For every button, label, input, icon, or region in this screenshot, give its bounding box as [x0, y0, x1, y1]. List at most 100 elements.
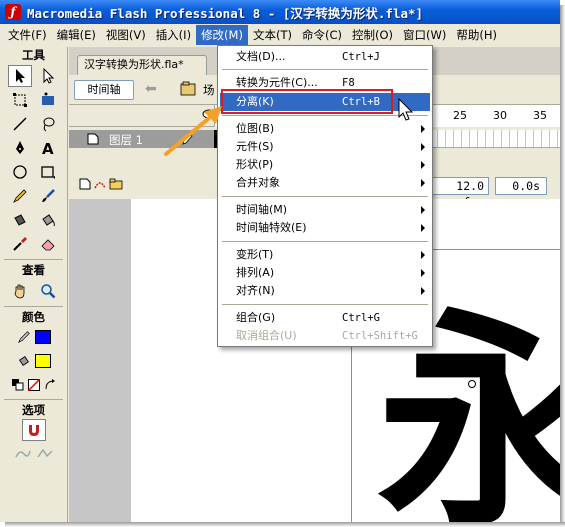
menu-file[interactable]: 文件(F): [3, 25, 52, 45]
frame-rate: 12.0 fps: [429, 177, 489, 209]
view-tool-grid: [0, 278, 67, 304]
scene-label: 场: [203, 83, 215, 97]
window-title: Macromedia Flash Professional 8 - [汉字转换为…: [27, 5, 424, 21]
scene-icon: [180, 81, 196, 96]
hand-tool-icon[interactable]: [8, 280, 32, 302]
menu-item-timeline-effects[interactable]: 时间轴特效(E): [220, 219, 430, 237]
color-options-row: [0, 373, 67, 397]
menu-divider: [222, 304, 428, 305]
text-tool-icon[interactable]: A: [36, 137, 60, 159]
lasso-tool-icon[interactable]: [36, 113, 60, 135]
menu-item-document[interactable]: 文档(D)... Ctrl+J: [220, 48, 430, 66]
document-tab[interactable]: 汉字转换为形状.fla*: [77, 55, 207, 75]
menu-divider: [222, 196, 428, 197]
menu-control[interactable]: 控制(O): [347, 25, 398, 45]
title-bar: ƒ Macromedia Flash Professional 8 - [汉字转…: [0, 0, 560, 24]
window-shadow: [560, 5, 565, 527]
rectangle-tool-icon[interactable]: [36, 161, 60, 183]
stroke-color-swatch[interactable]: [34, 330, 51, 344]
layer-name: 图层 1: [109, 133, 143, 147]
oval-tool-icon[interactable]: [8, 161, 32, 183]
pen-tool-icon[interactable]: [8, 137, 32, 159]
fill-color-swatch[interactable]: [34, 354, 51, 368]
ruler-label: 35: [533, 109, 547, 122]
insert-layer-icon[interactable]: [79, 178, 91, 190]
tools-panel: 工具 A 查看 颜色 选项: [0, 47, 68, 522]
snap-to-objects-icon[interactable]: [21, 419, 46, 441]
view-header: 查看: [22, 263, 45, 277]
fill-color-row: [0, 349, 67, 373]
paint-bucket-tool-icon[interactable]: [36, 209, 60, 231]
swap-colors-icon[interactable]: [44, 379, 56, 391]
menu-item-align[interactable]: 对齐(N): [220, 282, 430, 300]
stroke-color-row: [0, 325, 67, 349]
submenu-arrow-icon: [421, 206, 425, 214]
flash-window: ƒ Macromedia Flash Professional 8 - [汉字转…: [0, 0, 560, 522]
ruler-label: 25: [453, 109, 467, 122]
menu-item-group[interactable]: 组合(G) Ctrl+G: [220, 309, 430, 327]
menu-item-ungroup: 取消组合(U) Ctrl+Shift+G: [236, 329, 418, 342]
menu-help[interactable]: 帮助(H): [451, 25, 502, 45]
options-row-2: [0, 442, 67, 466]
tools-header: 工具: [22, 48, 45, 62]
menu-item-arrange[interactable]: 排列(A): [220, 264, 430, 282]
submenu-arrow-icon: [421, 125, 425, 133]
ink-bottle-tool-icon[interactable]: [8, 209, 32, 231]
menu-window[interactable]: 窗口(W): [398, 25, 451, 45]
submenu-arrow-icon: [421, 287, 425, 295]
menu-commands[interactable]: 命令(C): [297, 25, 347, 45]
back-arrow-icon[interactable]: ⬅: [145, 81, 157, 97]
tools-divider: [4, 259, 63, 260]
straighten-option-icon[interactable]: [36, 447, 54, 461]
free-transform-tool-icon[interactable]: [8, 89, 32, 111]
gradient-transform-tool-icon[interactable]: [36, 89, 60, 111]
menu-item-transform[interactable]: 变形(T): [220, 246, 430, 264]
menu-view[interactable]: 视图(V): [101, 25, 151, 45]
subselection-tool-icon[interactable]: [36, 65, 60, 87]
default-colors-icon[interactable]: [11, 379, 24, 391]
no-color-icon[interactable]: [27, 379, 40, 391]
mouse-cursor-icon: [398, 98, 414, 121]
submenu-arrow-icon: [421, 224, 425, 232]
layer-icon: [87, 133, 99, 145]
flash-app-icon: ƒ: [5, 4, 21, 20]
eraser-tool-icon[interactable]: [36, 233, 60, 255]
fill-bucket-icon: [18, 356, 29, 366]
color-divider: [4, 399, 63, 400]
eyedropper-tool-icon[interactable]: [8, 233, 32, 255]
annotation-highlight-box: [221, 89, 393, 114]
view-divider: [4, 306, 63, 307]
smooth-option-icon[interactable]: [14, 447, 32, 461]
options-header: 选项: [22, 403, 45, 417]
ruler-label: 30: [493, 109, 507, 122]
timeline-toggle-button[interactable]: 时间轴: [74, 80, 134, 100]
tool-grid: A: [0, 63, 67, 257]
pencil-tool-icon[interactable]: [8, 185, 32, 207]
menu-modify[interactable]: 修改(M): [196, 25, 248, 45]
window-shadow: [5, 522, 565, 527]
menu-bar: 文件(F) 编辑(E) 视图(V) 插入(I) 修改(M) 文本(T) 命令(C…: [0, 24, 560, 46]
line-tool-icon[interactable]: [8, 113, 32, 135]
menu-divider: [222, 241, 428, 242]
insert-folder-icon[interactable]: [109, 178, 123, 190]
selection-tool-icon[interactable]: [7, 65, 32, 87]
menu-edit[interactable]: 编辑(E): [52, 25, 101, 45]
menu-insert[interactable]: 插入(I): [151, 25, 196, 45]
menu-item-symbol[interactable]: 元件(S): [220, 138, 430, 156]
submenu-arrow-icon: [421, 143, 425, 151]
menu-item-timeline[interactable]: 时间轴(M): [220, 201, 430, 219]
brush-tool-icon[interactable]: [36, 185, 60, 207]
menu-divider: [222, 69, 428, 70]
svg-text:A: A: [42, 140, 54, 156]
menu-item-bitmap[interactable]: 位图(B): [220, 120, 430, 138]
transform-point[interactable]: [468, 380, 476, 388]
zoom-tool-icon[interactable]: [36, 280, 60, 302]
stroke-pencil-icon: [17, 331, 30, 344]
submenu-arrow-icon: [421, 179, 425, 187]
annotation-arrow-icon: [164, 106, 222, 156]
add-motion-guide-icon[interactable]: [93, 178, 107, 190]
submenu-arrow-icon: [421, 269, 425, 277]
menu-item-shape[interactable]: 形状(P): [220, 156, 430, 174]
menu-text[interactable]: 文本(T): [248, 25, 297, 45]
menu-item-combine-objects[interactable]: 合并对象: [220, 174, 430, 192]
